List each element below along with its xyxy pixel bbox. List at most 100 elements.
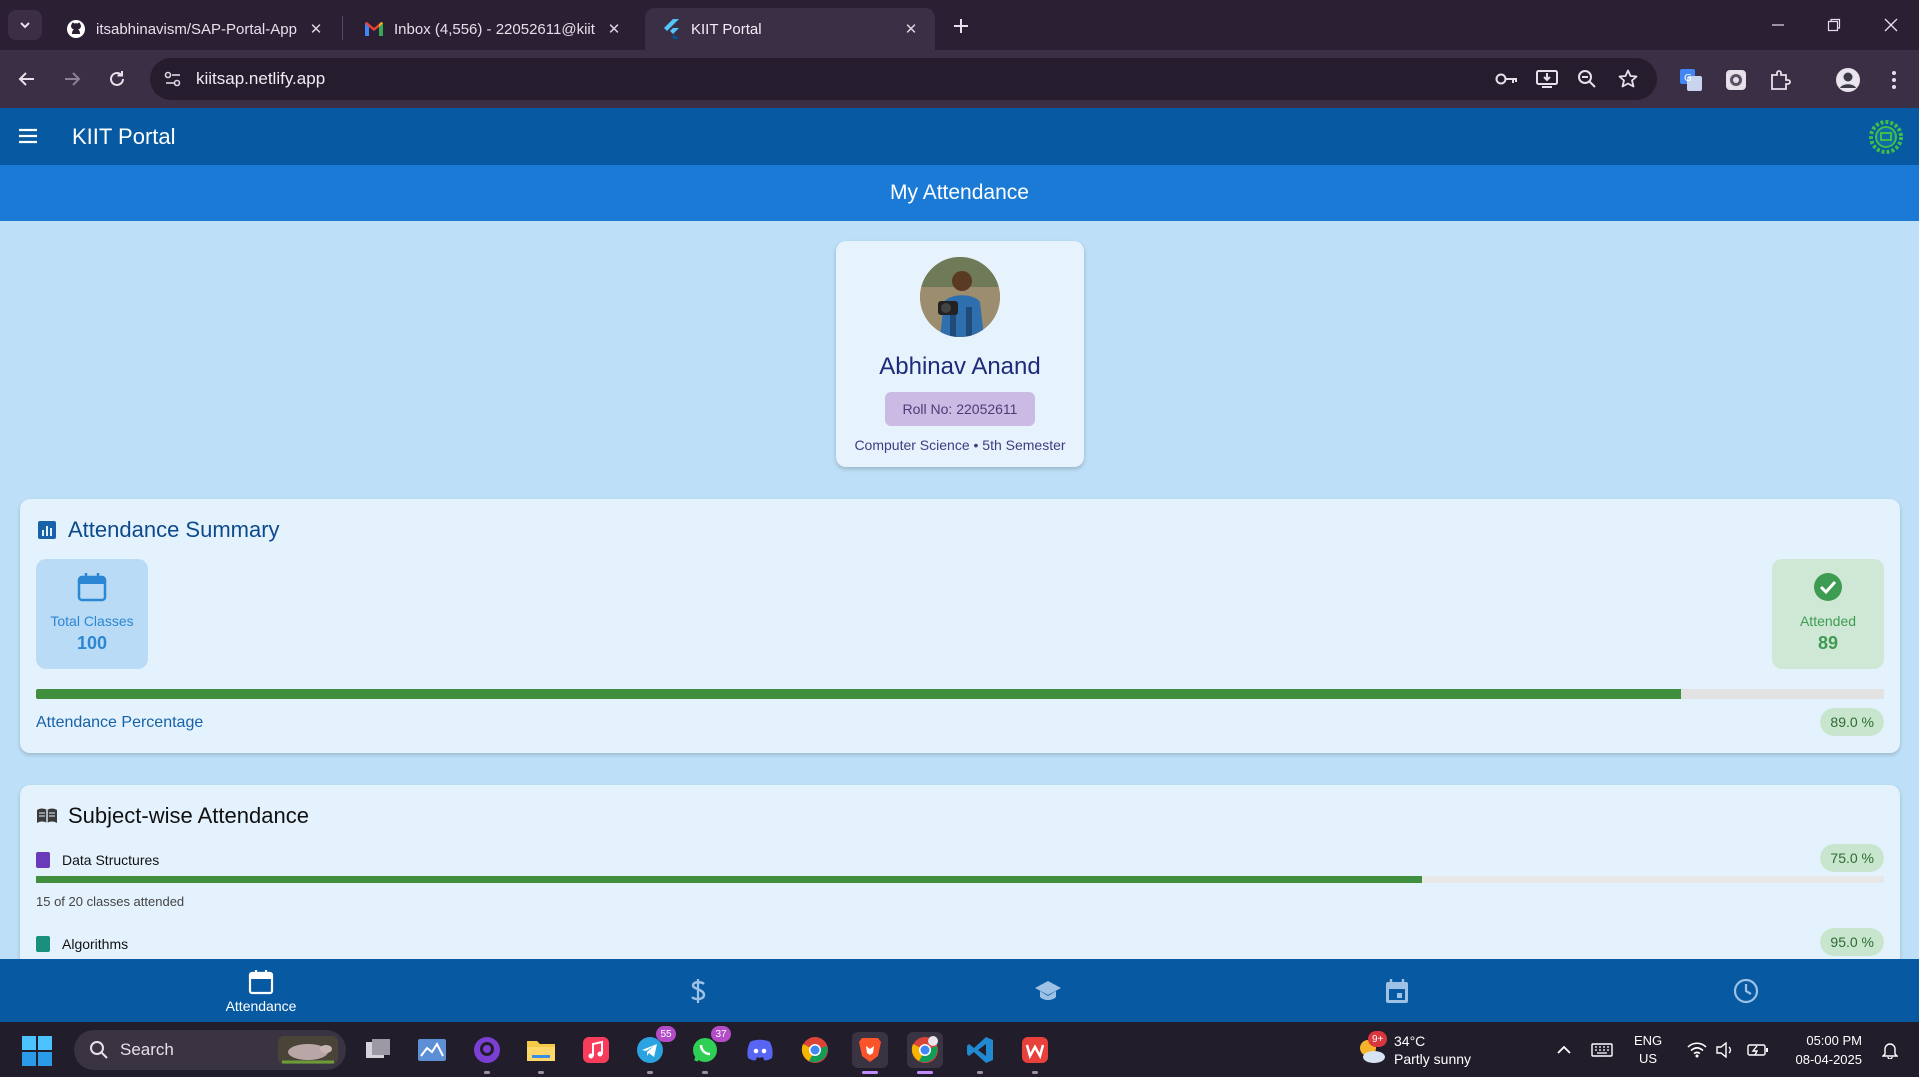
kiit-logo-icon: [1867, 118, 1905, 156]
taskbar-weather-widget[interactable]: 9+ 34°C Partly sunny: [1354, 1031, 1472, 1068]
app-bar: KIIT Portal: [0, 108, 1919, 165]
search-label: Search: [120, 1040, 174, 1059]
subject-name-wrap: Data Structures: [36, 852, 159, 868]
taskbar-wps-icon[interactable]: [1017, 1032, 1053, 1074]
arrow-right-icon: [65, 72, 81, 86]
close-icon[interactable]: ✕: [901, 19, 921, 39]
student-name: Abhinav Anand: [879, 353, 1041, 380]
taskbar-discord-icon[interactable]: [742, 1032, 778, 1068]
browser-tab-kiit-portal[interactable]: KIIT Portal ✕: [645, 8, 935, 50]
section-title: Attendance Summary: [68, 517, 280, 542]
volume-icon[interactable]: [1713, 1038, 1737, 1062]
zoom-icon[interactable]: [1575, 68, 1599, 90]
install-app-icon[interactable]: [1535, 68, 1559, 90]
nav-fees[interactable]: [638, 959, 758, 1022]
nav-attendance[interactable]: Attendance: [201, 959, 321, 1022]
battery-charging-icon[interactable]: [1746, 1038, 1770, 1062]
svg-text:G: G: [1684, 73, 1692, 84]
chevron-down-icon: [20, 22, 30, 29]
graduation-cap-icon: [1034, 977, 1062, 1005]
arrow-left-icon: [18, 72, 34, 86]
taskbar-telegram-icon[interactable]: 55: [632, 1026, 676, 1074]
browser-menu-icon[interactable]: [1880, 66, 1908, 94]
attendance-summary-heading: Attendance Summary: [36, 517, 280, 543]
address-bar[interactable]: kiitsap.netlify.app: [150, 58, 1657, 100]
search-icon: [88, 1039, 110, 1061]
partly-sunny-icon: 9+: [1354, 1031, 1388, 1067]
site-info-icon[interactable]: [162, 68, 184, 90]
running-indicator: [1032, 1071, 1038, 1074]
total-classes-stat: Total Classes 100: [36, 559, 148, 669]
taskbar-chrome-icon[interactable]: [797, 1032, 833, 1068]
minimize-icon: [1772, 24, 1784, 26]
running-indicator: [702, 1071, 708, 1074]
taskbar-github-icon[interactable]: [469, 1032, 505, 1074]
language-code: ENG: [1634, 1033, 1663, 1048]
windows-start-icon[interactable]: [22, 1036, 52, 1066]
browser-toolbar: kiitsap.netlify.app: [0, 50, 1919, 108]
keyboard-icon[interactable]: [1590, 1038, 1614, 1062]
tab-separator: [342, 16, 343, 40]
new-tab-button[interactable]: [948, 13, 974, 39]
profile-card: Abhinav Anand Roll No: 22052611 Computer…: [836, 241, 1084, 467]
wifi-icon[interactable]: [1685, 1038, 1709, 1062]
hamburger-menu-icon[interactable]: [14, 124, 42, 148]
extension-icon[interactable]: [1722, 66, 1750, 94]
page-title: My Attendance: [0, 165, 1919, 221]
bar-chart-icon: [36, 519, 58, 541]
browser-tabstrip: itsabhinavism/SAP-Portal-App ✕ Inbox (4,…: [0, 0, 1919, 50]
taskbar-brave-icon[interactable]: [852, 1032, 888, 1074]
nav-schedule[interactable]: [1337, 959, 1457, 1022]
taskbar-chrome-profile-icon[interactable]: [907, 1032, 943, 1074]
browser-tab-github[interactable]: itsabhinavism/SAP-Portal-App ✕: [50, 8, 340, 50]
taskbar-taskview-icon[interactable]: [360, 1032, 396, 1068]
taskbar-whatsapp-icon[interactable]: 37: [687, 1026, 731, 1074]
roll-number-badge: Roll No: 22052611: [885, 392, 1035, 426]
google-translate-extension-icon[interactable]: G: [1677, 66, 1705, 94]
restore-icon: [1827, 18, 1841, 32]
close-icon[interactable]: ✕: [306, 19, 326, 39]
close-window-button[interactable]: [1871, 10, 1911, 40]
running-indicator: [862, 1071, 878, 1074]
attendance-summary-card: Attendance Summary Total Classes 100 Att…: [20, 499, 1900, 753]
subject-attendance-heading: Subject-wise Attendance: [36, 803, 309, 829]
subject-progress-bar: [36, 876, 1884, 883]
flutter-icon: [661, 19, 681, 39]
book-open-icon: [36, 805, 58, 827]
chevron-up-icon[interactable]: [1552, 1038, 1576, 1062]
running-indicator: [647, 1071, 653, 1074]
weather-description: Partly sunny: [1394, 1051, 1472, 1067]
forward-button[interactable]: [57, 64, 87, 94]
region-code: US: [1639, 1051, 1658, 1066]
reload-icon: [110, 71, 124, 86]
check-circle-icon: [1812, 571, 1844, 603]
attended-label: Attended: [1799, 613, 1857, 629]
calendar-icon: [247, 968, 275, 996]
back-button[interactable]: [12, 64, 42, 94]
github-icon: [66, 19, 86, 39]
restore-button[interactable]: [1814, 10, 1854, 40]
taskbar-app-icon[interactable]: [414, 1032, 450, 1068]
taskbar-search-box[interactable]: Search: [74, 1030, 346, 1070]
browser-tab-gmail[interactable]: Inbox (4,556) - 22052611@kiit.a ✕: [348, 8, 638, 50]
nav-history[interactable]: [1686, 959, 1806, 1022]
extensions-puzzle-icon[interactable]: [1766, 66, 1794, 94]
taskbar-clock[interactable]: 05:00 PM 08-04-2025: [1782, 1031, 1863, 1069]
taskbar-vscode-icon[interactable]: [962, 1032, 998, 1074]
profile-avatar[interactable]: [1834, 66, 1862, 94]
attended-value: 89: [1817, 633, 1839, 653]
minimize-button[interactable]: [1758, 10, 1798, 40]
section-title: Subject-wise Attendance: [68, 803, 309, 828]
language-indicator[interactable]: ENG US: [1634, 1032, 1662, 1068]
reload-button[interactable]: [102, 64, 132, 94]
unread-badge: 37: [711, 1026, 731, 1042]
close-icon[interactable]: ✕: [604, 19, 624, 39]
taskbar-file-explorer-icon[interactable]: [523, 1032, 559, 1074]
taskbar-music-icon[interactable]: [578, 1032, 614, 1068]
nav-academics[interactable]: [988, 959, 1108, 1022]
subject-name: Algorithms: [62, 936, 129, 952]
password-key-icon[interactable]: [1495, 68, 1519, 90]
bookmark-star-icon[interactable]: [1616, 68, 1640, 90]
tab-search-button[interactable]: [8, 10, 42, 40]
notification-bell-icon[interactable]: [1878, 1038, 1902, 1062]
